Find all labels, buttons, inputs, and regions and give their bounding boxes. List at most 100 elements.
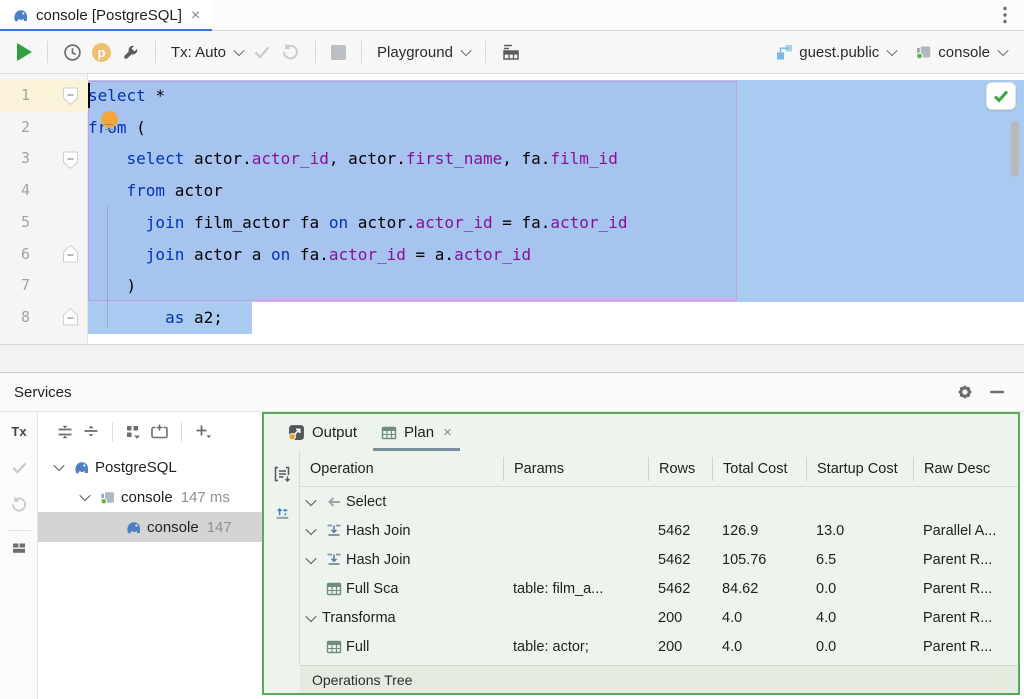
startup-cost-cell: 13.0 (806, 516, 913, 545)
line-number: 8 (0, 302, 30, 334)
clock-icon (63, 43, 82, 62)
plan-row[interactable]: Transforma2004.04.0Parent R... (300, 603, 1018, 632)
operation-cell: Hash Join (300, 545, 503, 574)
code-area[interactable]: select *from ( select actor.actor_id, ac… (88, 80, 1024, 334)
plan-tab-bar: OutputPlan× (264, 414, 1018, 451)
result-view-button[interactable] (496, 43, 526, 61)
line-number: 5 (0, 207, 30, 239)
history-button[interactable] (58, 43, 87, 62)
code-line[interactable]: select * (88, 80, 1024, 112)
session-dropdown[interactable]: console (909, 43, 1012, 61)
fold-marker-down-icon[interactable] (62, 87, 79, 106)
fold-marker-down-icon[interactable] (62, 151, 79, 170)
rollback-button[interactable] (276, 43, 305, 61)
code-line[interactable]: as a2; (88, 302, 1024, 334)
close-icon[interactable]: × (443, 424, 452, 441)
tab-console-postgresql[interactable]: console [PostgreSQL] × (0, 0, 212, 31)
layout-view-button[interactable] (0, 540, 38, 556)
plan-row[interactable]: Fulltable: actor;2004.00.0Parent R... (300, 632, 1018, 661)
code-line[interactable]: join film_actor fa on actor.actor_id = f… (88, 207, 1024, 239)
plan-table-header: Operation Params Rows Total Cost Startup… (300, 451, 1018, 487)
settings-wrench-button[interactable] (116, 43, 145, 62)
chevron-down-icon[interactable] (300, 556, 322, 564)
group-by-button[interactable] (121, 423, 147, 441)
code-line[interactable]: select actor.actor_id, actor.first_name,… (88, 143, 1024, 175)
column-token: actor_id (454, 245, 531, 264)
text-token: actor a (184, 245, 271, 264)
params-cell: table: film_a... (503, 574, 648, 603)
tx-mode-dropdown[interactable]: Tx: Auto (166, 44, 248, 61)
chevron-down-icon (460, 45, 471, 56)
plan-tab-plan[interactable]: Plan× (369, 414, 464, 451)
chevron-down-icon[interactable] (300, 614, 322, 622)
tree-item-postgresql[interactable]: PostgreSQL (38, 452, 262, 482)
code-line[interactable]: join actor a on fa.actor_id = a.actor_id (88, 239, 1024, 271)
tab-close-icon[interactable]: × (189, 8, 202, 24)
raw-desc-cell (913, 487, 1017, 516)
editor-scrollbar[interactable] (1011, 121, 1019, 177)
column-header-startup-cost[interactable]: Startup Cost (806, 457, 913, 481)
code-line[interactable]: from actor (88, 175, 1024, 207)
chevron-down-icon[interactable] (300, 527, 322, 535)
services-panel-header[interactable]: Services (0, 373, 1024, 412)
keyword-token: select (127, 149, 185, 168)
column-token: actor_id (329, 245, 406, 264)
rollback-side-button[interactable] (0, 496, 38, 513)
fold-marker-up-icon[interactable] (62, 244, 79, 263)
plan-row[interactable]: Hash Join5462105.766.5Parent R... (300, 545, 1018, 574)
plan-tab-output[interactable]: Output (276, 414, 369, 451)
intention-bulb-icon[interactable] (101, 111, 118, 128)
run-button[interactable] (12, 43, 37, 61)
commit-check-icon (11, 460, 28, 475)
column-header-operation[interactable]: Operation (300, 457, 503, 481)
parameters-button[interactable]: p (87, 43, 116, 62)
collapse-all-button[interactable] (78, 423, 104, 441)
code-line[interactable]: ) (88, 270, 1024, 302)
operations-tree-label: Operations Tree (312, 672, 412, 688)
column-header-params[interactable]: Params (503, 457, 648, 481)
open-in-new-frame-button[interactable] (147, 423, 173, 441)
text-token: a2; (184, 308, 223, 327)
sql-editor[interactable]: 12345678 select *from ( select actor.act… (0, 74, 1024, 344)
gear-icon (956, 383, 974, 401)
more-options-icon[interactable] (996, 5, 1014, 25)
chevron-down-icon[interactable] (74, 493, 96, 501)
tx-toggle-button[interactable]: Tx (0, 424, 38, 439)
operations-tree-footer: Operations Tree (300, 665, 1018, 693)
schema-dropdown[interactable]: guest.public (770, 43, 901, 61)
services-minimize-button[interactable] (984, 379, 1010, 405)
column-header-raw-desc[interactable]: Raw Desc (913, 457, 1017, 481)
fold-marker-up-icon[interactable] (62, 307, 79, 326)
commit-button[interactable] (248, 44, 276, 60)
plan-row[interactable]: Select (300, 487, 1018, 516)
plan-options-button[interactable] (264, 465, 300, 484)
add-service-button[interactable] (190, 423, 216, 441)
join-icon (322, 552, 346, 568)
expand-rows-button[interactable] (264, 503, 300, 520)
tree-item-console[interactable]: console147 ms (38, 482, 262, 512)
plan-row[interactable]: Hash Join5462126.913.0Parallel A... (300, 516, 1018, 545)
line-number: 3 (0, 143, 30, 175)
chevron-down-icon[interactable] (48, 463, 70, 471)
column-header-total-cost[interactable]: Total Cost (712, 457, 806, 481)
plan-row[interactable]: Full Scatable: film_a...546284.620.0Pare… (300, 574, 1018, 603)
splitter[interactable] (0, 344, 1024, 373)
results-grid-icon (501, 43, 521, 61)
stop-button[interactable] (326, 45, 351, 60)
text-token: = a. (406, 245, 454, 264)
column-header-rows[interactable]: Rows (648, 457, 712, 481)
tree-item-console[interactable]: console147 (38, 512, 262, 542)
chevron-down-icon (887, 45, 898, 56)
line-number: 1 (0, 80, 30, 112)
chevron-down-icon[interactable] (300, 498, 322, 506)
total-cost-cell: 84.62 (712, 574, 806, 603)
operation-label: Hash Join (346, 523, 410, 539)
commit-side-button[interactable] (0, 460, 38, 475)
code-line[interactable]: from ( (88, 112, 1024, 144)
inspection-status-button[interactable] (986, 82, 1016, 110)
toolbar-separator (315, 41, 316, 63)
expand-all-button[interactable] (52, 423, 78, 441)
services-settings-button[interactable] (952, 379, 978, 405)
operation-label: Transforma (322, 610, 396, 626)
playground-dropdown[interactable]: Playground (372, 44, 475, 61)
